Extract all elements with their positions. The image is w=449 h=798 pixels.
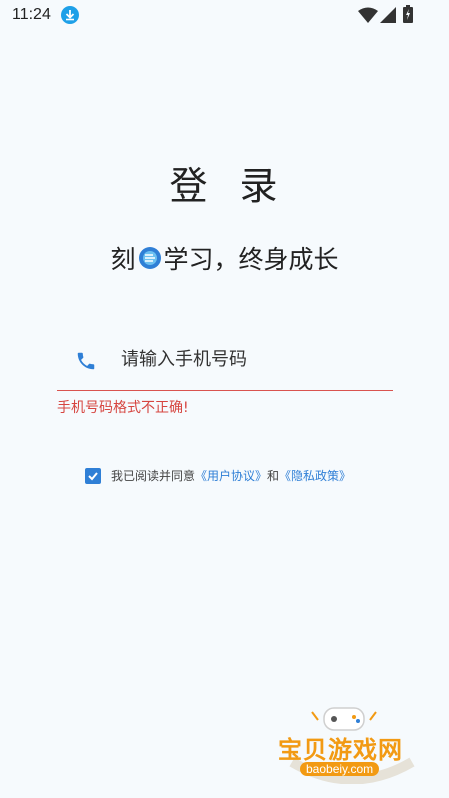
app-logo-icon <box>138 247 161 269</box>
user-agreement-link[interactable]: 《用户协议》 <box>195 467 267 484</box>
watermark-url: baobeiy.com <box>300 762 380 776</box>
watermark-brand: 宝贝游戏网 <box>278 736 403 764</box>
agreement-prefix: 我已阅读并同意 <box>111 469 196 483</box>
phone-number-input[interactable] <box>121 340 381 378</box>
page-title: 登 录 <box>169 164 288 208</box>
phone-error-message: 手机号码格式不正确! <box>57 400 189 416</box>
status-time: 11:24 <box>12 6 51 23</box>
status-bar: 11:24 <box>0 0 449 32</box>
checkmark-icon <box>88 471 98 480</box>
phone-icon <box>77 352 95 370</box>
slogan: 刻 学习，终身成长 <box>0 240 449 276</box>
phone-input-row <box>57 336 393 391</box>
agreement-row: 我已阅读并同意 《用户协议》 和 《隐私政策》 <box>85 467 351 484</box>
agreement-and: 和 <box>267 469 280 483</box>
signal-icon <box>380 7 396 23</box>
slogan-suffix: 学习，终身成长 <box>163 245 339 274</box>
slogan-prefix: 刻 <box>110 245 136 274</box>
wifi-icon <box>358 7 378 23</box>
watermark: 宝贝游戏网 baobeiy.com <box>272 702 432 784</box>
agreement-checkbox[interactable] <box>85 467 101 484</box>
download-icon <box>61 6 79 24</box>
privacy-policy-link[interactable]: 《隐私政策》 <box>279 467 351 484</box>
battery-icon <box>403 5 413 23</box>
